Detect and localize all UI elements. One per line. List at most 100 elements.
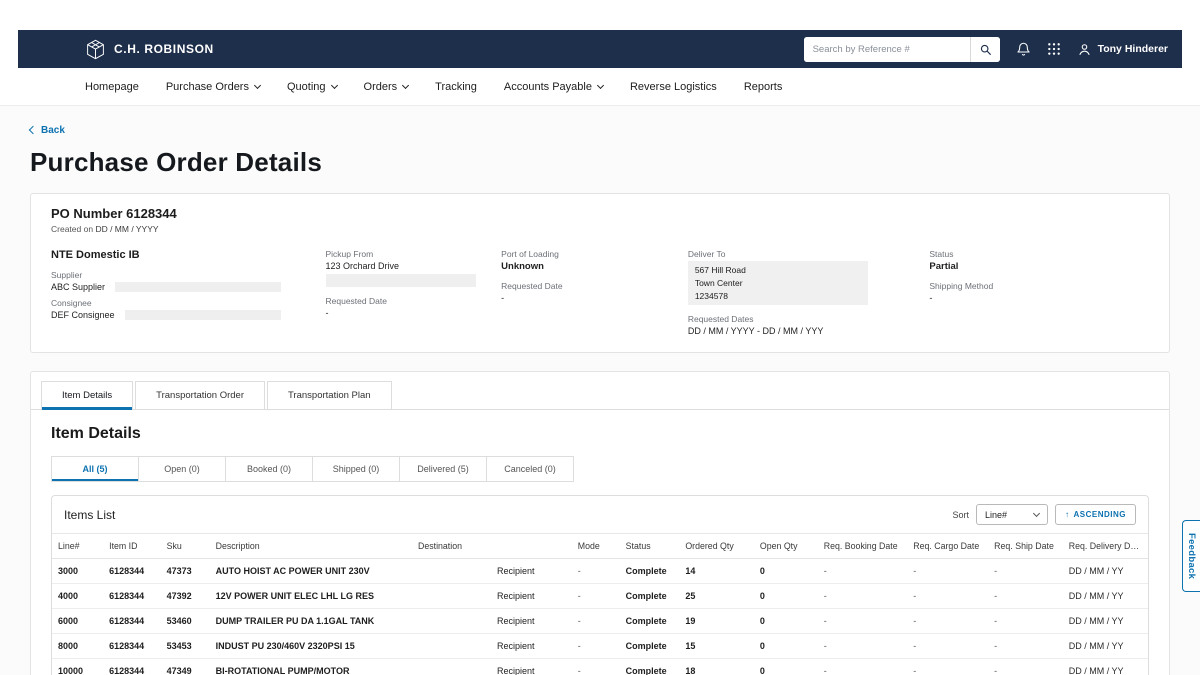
apps-grid-icon — [1047, 42, 1061, 56]
table-cell: DD / MM / YY — [1063, 634, 1148, 659]
table-cell: DUMP TRAILER PU DA 1.1GAL TANK — [210, 609, 412, 634]
column-header: Destination — [412, 534, 572, 559]
consignee-label: Consignee — [51, 298, 312, 308]
table-cell: 14 — [679, 559, 754, 584]
po-col-deliver: Deliver To 567 Hill Road Town Center 123… — [688, 249, 930, 336]
search-input[interactable] — [804, 37, 970, 62]
bell-icon — [1016, 42, 1031, 57]
sort-direction-button[interactable]: ↑ ASCENDING — [1055, 504, 1136, 525]
table-cell: 47373 — [161, 559, 210, 584]
table-cell: Recipient — [412, 634, 572, 659]
back-link[interactable]: Back — [30, 125, 65, 136]
search-button[interactable] — [970, 37, 1000, 62]
table-row[interactable]: 8000612834453453INDUST PU 230/460V 2320P… — [52, 634, 1148, 659]
shipping-method-value: - — [929, 293, 1135, 303]
table-cell: 0 — [754, 634, 818, 659]
filter-tab-shipped[interactable]: Shipped (0) — [312, 456, 400, 482]
table-cell: 0 — [754, 659, 818, 675]
back-label: Back — [41, 125, 65, 136]
notifications-button[interactable] — [1016, 42, 1031, 57]
column-header: Req. Cargo Date — [907, 534, 988, 559]
deliver-to-line: 1234578 — [695, 290, 861, 303]
table-row[interactable]: 10000612834447349BI-ROTATIONAL PUMP/MOTO… — [52, 659, 1148, 675]
port-of-loading-label: Port of Loading — [501, 249, 674, 259]
nav-label: Orders — [364, 81, 398, 93]
table-header-row: Line#Item IDSkuDescriptionDestinationMod… — [52, 534, 1148, 559]
feedback-tab[interactable]: Feedback — [1182, 520, 1200, 592]
items-list-panel: Items List Sort Line# ↑ ASCENDING Line#I — [51, 495, 1149, 675]
table-cell: - — [988, 659, 1063, 675]
table-row[interactable]: 400061283444739212V POWER UNIT ELEC LHL … — [52, 584, 1148, 609]
table-cell: - — [988, 559, 1063, 584]
table-cell: - — [818, 584, 907, 609]
shipping-method-label: Shipping Method — [929, 281, 1135, 291]
table-cell: 25 — [679, 584, 754, 609]
nav-label: Reverse Logistics — [630, 81, 717, 93]
table-cell: 6128344 — [103, 559, 161, 584]
chevron-down-icon — [402, 82, 409, 89]
page-content: Back Purchase Order Details PO Number 61… — [0, 106, 1200, 675]
nav-item-homepage[interactable]: Homepage — [85, 81, 139, 93]
column-header: Status — [620, 534, 680, 559]
tab-transportation-order[interactable]: Transportation Order — [135, 381, 265, 409]
chevron-left-icon — [29, 126, 37, 134]
table-cell: 53453 — [161, 634, 210, 659]
pickup-requested-date-label: Requested Date — [326, 296, 488, 306]
filter-tab-all[interactable]: All (5) — [51, 456, 139, 482]
nav-item-orders[interactable]: Orders — [364, 81, 409, 93]
filter-tab-open[interactable]: Open (0) — [138, 456, 226, 482]
table-cell: 6128344 — [103, 659, 161, 675]
table-cell: - — [572, 609, 620, 634]
nav-item-accounts-payable[interactable]: Accounts Payable — [504, 81, 603, 93]
status-value: Partial — [929, 261, 1135, 272]
brand[interactable]: C.H. ROBINSON — [85, 39, 214, 60]
table-cell: 19 — [679, 609, 754, 634]
table-cell: DD / MM / YY — [1063, 584, 1148, 609]
table-cell: - — [818, 634, 907, 659]
table-cell: - — [907, 609, 988, 634]
table-row[interactable]: 6000612834453460DUMP TRAILER PU DA 1.1GA… — [52, 609, 1148, 634]
column-header: Line# — [52, 534, 103, 559]
items-list-title: Items List — [64, 508, 115, 522]
nav-label: Tracking — [435, 81, 477, 93]
filter-tab-canceled[interactable]: Canceled (0) — [486, 456, 574, 482]
user-menu[interactable]: Tony Hinderer — [1077, 42, 1168, 57]
table-cell: 4000 — [52, 584, 103, 609]
table-cell: - — [907, 584, 988, 609]
nav-item-reverse-logistics[interactable]: Reverse Logistics — [630, 81, 717, 93]
table-cell: Recipient — [412, 659, 572, 675]
table-cell: - — [572, 634, 620, 659]
user-icon — [1077, 42, 1092, 57]
nav-label: Purchase Orders — [166, 81, 249, 93]
nav-item-purchase-orders[interactable]: Purchase Orders — [166, 81, 260, 93]
chevron-down-icon — [254, 82, 261, 89]
nav-label: Accounts Payable — [504, 81, 592, 93]
search-icon — [979, 43, 992, 56]
column-header: Mode — [572, 534, 620, 559]
table-cell: - — [818, 559, 907, 584]
filter-tab-booked[interactable]: Booked (0) — [225, 456, 313, 482]
header-right: Tony Hinderer — [804, 37, 1168, 62]
table-cell: - — [818, 659, 907, 675]
apps-grid-button[interactable] — [1047, 42, 1061, 56]
table-cell: DD / MM / YY — [1063, 659, 1148, 675]
top-margin — [0, 0, 1200, 30]
nav-item-reports[interactable]: Reports — [744, 81, 783, 93]
items-list-header: Items List Sort Line# ↑ ASCENDING — [52, 496, 1148, 533]
tab-item-details[interactable]: Item Details — [41, 381, 133, 409]
table-cell: Complete — [620, 634, 680, 659]
nav-item-tracking[interactable]: Tracking — [435, 81, 477, 93]
brand-name: C.H. ROBINSON — [114, 42, 214, 56]
table-cell: Complete — [620, 584, 680, 609]
filter-tab-delivered[interactable]: Delivered (5) — [399, 456, 487, 482]
column-header: Open Qty — [754, 534, 818, 559]
status-label: Status — [929, 249, 1135, 259]
sort-select[interactable]: Line# — [976, 504, 1048, 525]
po-created: Created on DD / MM / YYYY — [51, 224, 1149, 234]
deliver-to-line: 567 Hill Road — [695, 264, 861, 277]
nav-item-quoting[interactable]: Quoting — [287, 81, 337, 93]
table-row[interactable]: 3000612834447373AUTO HOIST AC POWER UNIT… — [52, 559, 1148, 584]
items-table: Line#Item IDSkuDescriptionDestinationMod… — [52, 533, 1148, 675]
tab-transportation-plan[interactable]: Transportation Plan — [267, 381, 392, 409]
column-header: Req. Booking Date — [818, 534, 907, 559]
